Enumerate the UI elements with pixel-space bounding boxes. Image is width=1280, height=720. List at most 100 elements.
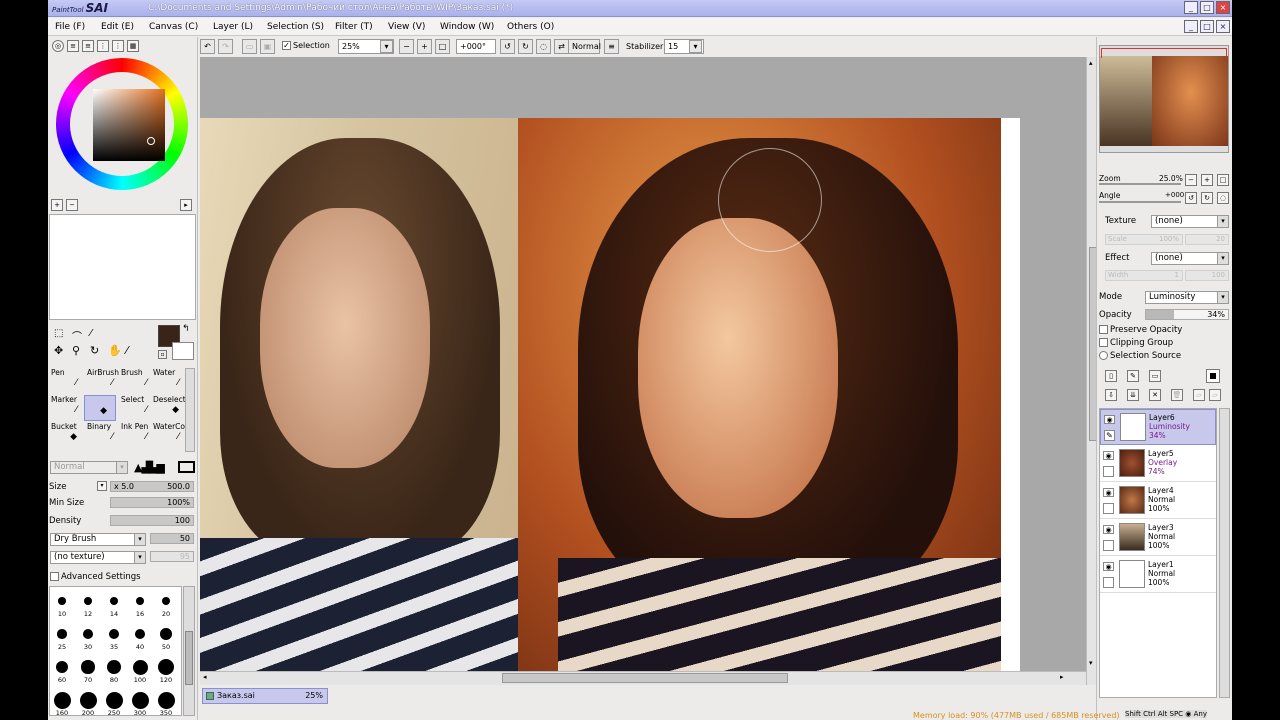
brush-blend-dropdown[interactable]: Normal ▾ — [50, 461, 128, 474]
tool-watercolor[interactable]: WaterCo ⁄ — [150, 422, 187, 448]
swatch-add-icon[interactable]: + — [51, 199, 63, 211]
texture-scale-slider[interactable]: Scale 100% — [1105, 234, 1183, 245]
menu-selection[interactable]: Selection (S) — [267, 22, 324, 32]
nav-angle-slider[interactable] — [1099, 201, 1181, 203]
menu-edit[interactable]: Edit (E) — [101, 22, 134, 32]
brush-shape-strength[interactable]: 50 — [150, 533, 194, 544]
merge-down-icon[interactable]: ⇊ — [1127, 389, 1139, 401]
menu-canvas[interactable]: Canvas (C) — [149, 22, 198, 32]
scratchpad-tab-icon[interactable]: ▦ — [127, 40, 139, 52]
close-button[interactable]: × — [1216, 1, 1230, 14]
brush-size-dot[interactable] — [135, 596, 145, 606]
angle-field[interactable]: +000° — [456, 39, 496, 54]
swatch-area[interactable] — [49, 214, 196, 320]
brush-size-dot[interactable] — [109, 596, 119, 606]
tool-deselect[interactable]: Deselect ◆ — [150, 395, 187, 421]
menu-view[interactable]: View (V) — [388, 22, 425, 32]
size-presets-scrollbar[interactable] — [183, 586, 195, 716]
magic-wand-icon[interactable]: ⁄ — [90, 328, 92, 339]
rgb-slider-tab-icon[interactable]: ≡ — [67, 40, 79, 52]
transfer-down-icon[interactable]: ⇩ — [1105, 389, 1117, 401]
visibility-eye-icon[interactable]: ◉ — [1103, 525, 1114, 534]
undo-icon[interactable]: ↶ — [200, 39, 215, 54]
scroll-right-icon[interactable]: ▸ — [1060, 673, 1064, 681]
clear-layer-icon[interactable]: ✕ — [1149, 389, 1161, 401]
rotate-reset-icon[interactable]: ◌ — [536, 39, 551, 54]
layer-item-layer6[interactable]: ◉ ✎ Layer6 Luminosity 34% — [1100, 409, 1216, 445]
move-icon[interactable]: ✥ — [54, 344, 63, 357]
nav-zoom-out-icon[interactable]: − — [1185, 174, 1197, 186]
brush-size-dot[interactable] — [160, 628, 172, 640]
maximize-button[interactable]: □ — [1200, 1, 1214, 14]
effect-width-slider[interactable]: Width 1 — [1105, 270, 1183, 281]
menu-window[interactable]: Window (W) — [440, 22, 494, 32]
nav-zoom-slider[interactable] — [1099, 183, 1181, 185]
brush-size-dot[interactable] — [157, 658, 175, 676]
blend-toggle-icon[interactable]: ≡ — [604, 39, 619, 54]
layer-item-layer5[interactable]: ◉ Layer5 Overlay 74% — [1100, 446, 1216, 482]
menu-file[interactable]: File (F) — [55, 22, 85, 32]
swatch-tab-icon[interactable]: ⋮ — [112, 40, 124, 52]
canvas-image[interactable] — [200, 118, 1020, 672]
layer-lock-checkbox[interactable] — [1103, 466, 1114, 477]
eyedropper-icon[interactable]: ⁄ — [126, 344, 128, 357]
brush-tip-square-icon[interactable] — [178, 461, 195, 473]
transparent-color-icon[interactable]: ▫ — [158, 350, 167, 359]
menu-others[interactable]: Others (O) — [507, 22, 554, 32]
brush-size-dot[interactable] — [79, 691, 97, 709]
swatch-remove-icon[interactable]: − — [66, 199, 78, 211]
secondary-color-swatch[interactable] — [172, 342, 194, 360]
zoom-dropdown-icon[interactable]: ▾ — [380, 40, 393, 53]
palette-tab-icon[interactable]: ⋮ — [97, 40, 109, 52]
brush-tip-shapes[interactable]: ▲▟▙▆ — [134, 461, 165, 474]
color-wheel[interactable] — [56, 58, 188, 190]
nav-zoom-reset-icon[interactable]: □ — [1217, 174, 1229, 186]
blend-mode-dropdown[interactable]: Luminosity ▾ — [1145, 291, 1229, 304]
brush-size-dot[interactable] — [57, 629, 67, 639]
selection-checkbox[interactable]: ✓ Selection — [282, 41, 330, 50]
brush-size-dot[interactable] — [81, 660, 95, 674]
brush-size-dot[interactable] — [105, 691, 123, 709]
rotate-tool-icon[interactable]: ↻ — [90, 344, 99, 357]
tool-marker[interactable]: Marker ⁄ — [48, 395, 85, 421]
lasso-icon[interactable]: ⌒ — [72, 328, 82, 343]
brush-size-dot[interactable] — [84, 597, 92, 605]
hsv-slider-tab-icon[interactable]: ≡ — [82, 40, 94, 52]
deselect-icon[interactable]: ▭ — [242, 39, 257, 54]
brush-texture-dropdown[interactable]: (no texture) ▾ — [50, 551, 146, 564]
nav-rotate-right-icon[interactable]: ↻ — [1201, 192, 1213, 204]
scroll-left-icon[interactable]: ◂ — [203, 673, 207, 681]
stabilizer-dropdown-icon[interactable]: ▾ — [689, 40, 702, 53]
menu-layer[interactable]: Layer (L) — [213, 22, 253, 32]
rotate-right-icon[interactable]: ↻ — [518, 39, 533, 54]
delete-layer-icon[interactable]: 🗑 — [1171, 389, 1183, 401]
nav-zoom-in-icon[interactable]: + — [1201, 174, 1213, 186]
layer-lock-checkbox[interactable] — [1103, 540, 1114, 551]
new-folder-icon[interactable]: ▭ — [1149, 370, 1161, 382]
visibility-eye-icon[interactable]: ◉ — [1103, 562, 1114, 571]
swatch-menu-icon[interactable]: ▸ — [180, 199, 192, 211]
visibility-eye-icon[interactable]: ◉ — [1103, 451, 1114, 460]
new-linework-layer-icon[interactable]: ✎ — [1127, 370, 1139, 382]
scroll-up-icon[interactable]: ▴ — [1089, 59, 1093, 67]
menu-filter[interactable]: Filter (T) — [335, 22, 373, 32]
tool-pen[interactable]: Pen ⁄ — [48, 368, 85, 394]
brush-size-dot[interactable] — [107, 660, 121, 674]
brush-size-dot[interactable] — [82, 628, 93, 639]
hand-icon[interactable]: ✋ — [108, 344, 122, 357]
brush-size-dot[interactable] — [131, 691, 149, 709]
brush-size-dot[interactable] — [161, 596, 171, 606]
layer-item-layer1[interactable]: ◉ Layer1 Normal 100% — [1100, 557, 1216, 593]
brush-size-dot[interactable] — [55, 660, 69, 674]
layer-lock-checkbox[interactable] — [1103, 577, 1114, 588]
texture-dropdown[interactable]: (none) ▾ — [1151, 215, 1229, 228]
brush-texture-strength[interactable]: 95 — [150, 551, 194, 562]
tool-eraser[interactable]: ◆ — [84, 395, 116, 421]
brush-size-dot[interactable] — [58, 597, 66, 605]
zoom-reset-icon[interactable]: □ — [435, 39, 450, 54]
density-slider[interactable]: 100 — [110, 515, 194, 526]
layer-list-scrollbar[interactable] — [1219, 408, 1230, 698]
minimize-button[interactable]: _ — [1184, 1, 1198, 14]
clipping-group-checkbox[interactable]: Clipping Group — [1099, 338, 1229, 352]
tool-bucket[interactable]: Bucket ◆ — [48, 422, 85, 448]
